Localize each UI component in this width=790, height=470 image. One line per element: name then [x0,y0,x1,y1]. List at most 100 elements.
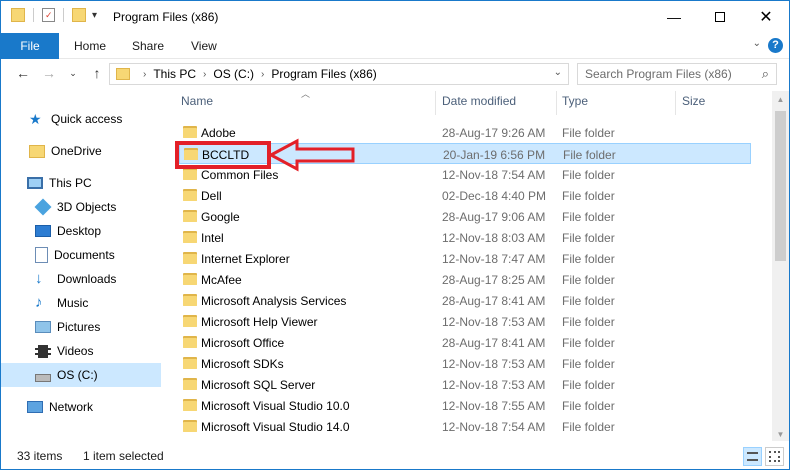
nav-item-network[interactable]: Network [1,395,161,419]
table-row[interactable]: Internet Explorer 12-Nov-18 7:47 AM File f… [179,248,751,269]
file-date-modified: 28-Aug-17 8:41 AM [442,294,546,308]
table-row[interactable]: Intel 12-Nov-18 8:03 AM File folder [179,227,751,248]
table-row[interactable]: Microsoft SDKs 12-Nov-18 7:53 AM File fold… [179,353,751,374]
column-divider[interactable] [435,91,436,115]
folder-icon [29,144,45,158]
search-input[interactable]: Search Program Files (x86) ⌕ [577,63,777,85]
close-button[interactable]: ✕ [743,1,789,33]
tab-home[interactable]: Home [74,33,106,59]
file-date-modified: 12-Nov-18 7:55 AM [442,399,546,413]
expand-ribbon-icon[interactable]: ⌄ [753,38,761,49]
large-icons-view-button[interactable] [765,447,784,466]
file-name: Adobe [201,126,236,140]
nav-item-desktop[interactable]: Desktop [1,219,161,243]
column-header-size[interactable]: Size [682,94,705,108]
table-row[interactable]: Microsoft Office 28-Aug-17 8:41 AM File fo… [179,332,751,353]
table-row[interactable]: Microsoft Analysis Services 28-Aug-17 8:4… [179,290,751,311]
forward-arrow-icon[interactable]: → [39,65,59,81]
file-date-modified: 12-Nov-18 8:03 AM [442,231,546,245]
file-date-modified: 12-Nov-18 7:47 AM [442,252,546,266]
tab-share[interactable]: Share [132,33,164,59]
minimize-icon: — [667,9,681,25]
tab-file[interactable]: File [1,33,59,59]
scroll-up-icon[interactable]: ▲ [772,95,789,104]
up-arrow-icon[interactable]: ↑ [87,65,107,81]
file-type: File folder [563,148,616,162]
scrollbar-thumb[interactable] [775,111,786,261]
network-icon [27,401,43,413]
properties-icon[interactable]: ✓ [42,8,55,22]
file-type: File folder [562,189,615,203]
chevron-right-icon[interactable]: › [261,69,264,80]
nav-item-music[interactable]: ♪ Music [1,291,161,315]
tab-view[interactable]: View [191,33,217,59]
nav-item-os-c[interactable]: OS (C:) [1,363,161,387]
nav-item-videos[interactable]: Videos [1,339,161,363]
file-date-modified: 20-Jan-19 6:56 PM [443,148,546,162]
chevron-right-icon[interactable]: › [203,69,206,80]
vertical-scrollbar[interactable]: ▲ ▼ [772,91,789,441]
scroll-down-icon[interactable]: ▼ [772,430,789,439]
table-row[interactable]: Microsoft Help Viewer 12-Nov-18 7:53 AM Fi… [179,311,751,332]
folder-icon [183,126,197,138]
chevron-right-icon[interactable]: › [143,69,146,80]
table-row[interactable]: Microsoft Visual Studio 14.0 12-Nov-18 7:… [179,416,751,437]
nav-item-downloads[interactable]: ↓ Downloads [1,267,161,291]
details-view-button[interactable] [743,447,762,466]
address-bar[interactable]: › This PC › OS (C:) › Program Files (x86… [109,63,569,85]
nav-item-documents[interactable]: Documents [1,243,161,267]
computer-icon [27,177,43,189]
folder-icon [183,399,197,411]
file-date-modified: 12-Nov-18 7:53 AM [442,315,546,329]
table-row[interactable]: Adobe 28-Aug-17 9:26 AM File folder [179,122,751,143]
column-header-date-modified[interactable]: Date modified [442,94,516,108]
table-row[interactable]: Microsoft SQL Server 12-Nov-18 7:53 AM Fil… [179,374,751,395]
column-divider[interactable] [675,91,676,115]
column-divider[interactable] [556,91,557,115]
file-type: File folder [562,336,615,350]
address-dropdown-icon[interactable]: ⌄ [554,67,562,78]
new-folder-icon[interactable] [72,8,86,22]
table-row[interactable]: Google 28-Aug-17 9:06 AM File folder [179,206,751,227]
table-row[interactable]: McAfee 28-Aug-17 8:25 AM File folder [179,269,751,290]
column-header-type[interactable]: Type [562,94,588,108]
back-arrow-icon[interactable]: ← [13,65,33,81]
quick-access-toolbar: ✓ ▾ [11,8,97,22]
nav-item-pictures[interactable]: Pictures [1,315,161,339]
recent-locations-icon[interactable]: ⌄ [63,68,83,79]
annotation-highlight-box [175,141,271,169]
large-icons-view-icon [769,451,780,462]
customize-toolbar-icon[interactable]: ▾ [92,10,97,21]
folder-icon [183,168,197,180]
table-row[interactable]: Microsoft Visual Studio 10.0 12-Nov-18 7:… [179,395,751,416]
file-name: Internet Explorer [201,252,290,266]
maximize-button[interactable] [697,1,743,33]
nav-item-this-pc[interactable]: This PC [1,171,161,195]
breadcrumb-this-pc[interactable]: This PC [153,67,196,81]
folder-icon[interactable] [11,8,25,22]
selection-count: 1 item selected [83,449,164,463]
folder-icon [183,189,197,201]
item-count: 33 items [17,449,63,463]
table-row[interactable]: Dell 02-Dec-18 4:40 PM File folder [179,185,751,206]
folder-icon [183,294,197,306]
picture-icon [35,321,51,333]
nav-item-quick-access[interactable]: ★ Quick access [1,107,161,131]
breadcrumb-os-c[interactable]: OS (C:) [213,67,254,81]
status-bar: 33 items 1 item selected [1,445,789,469]
file-type: File folder [562,420,615,434]
file-type: File folder [562,378,615,392]
search-icon: ⌕ [761,66,769,81]
file-date-modified: 28-Aug-17 9:06 AM [442,210,546,224]
minimize-button[interactable]: — [651,1,697,33]
help-icon[interactable]: ? [768,38,783,53]
breadcrumb-program-files-x86[interactable]: Program Files (x86) [271,67,376,81]
column-header-name[interactable]: Name [181,94,213,108]
nav-item-onedrive[interactable]: OneDrive [1,139,161,163]
window-title: Program Files (x86) [113,10,219,24]
nav-item-3d-objects[interactable]: 3D Objects [1,195,161,219]
ribbon: File Home Share View ⌄ ? [1,33,789,59]
file-date-modified: 28-Aug-17 8:25 AM [442,273,546,287]
file-type: File folder [562,315,615,329]
folder-icon [183,420,197,432]
